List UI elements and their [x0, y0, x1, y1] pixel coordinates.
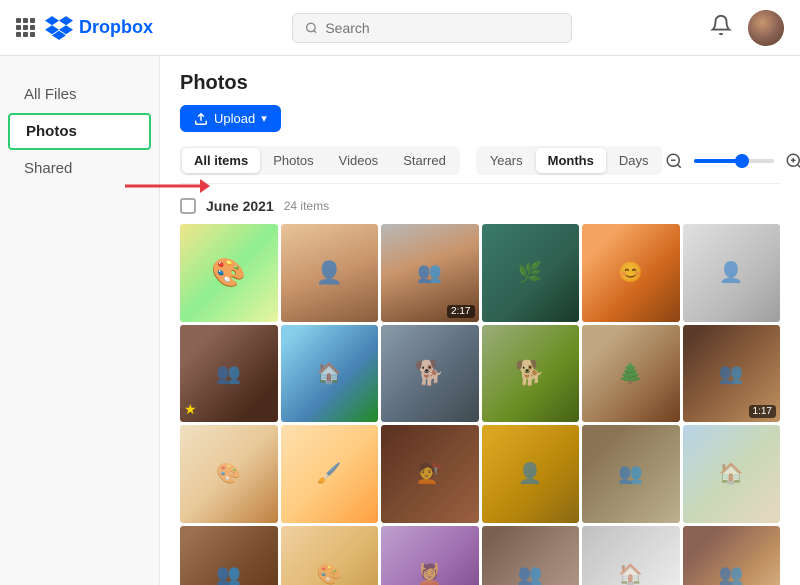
photo-cell-6[interactable]: 👤 — [683, 224, 781, 322]
photo-cell-24[interactable]: 👥 — [683, 526, 781, 585]
bell-icon[interactable] — [710, 14, 732, 42]
dropbox-label: Dropbox — [79, 17, 153, 38]
photo-cell-13[interactable]: 🎨 — [180, 425, 278, 523]
upload-label: Upload — [214, 111, 255, 126]
photo-cell-1[interactable]: 🎨 — [180, 224, 278, 322]
grid-menu-icon[interactable] — [16, 18, 35, 37]
tab-months[interactable]: Months — [536, 148, 606, 173]
dropbox-logo[interactable]: Dropbox — [45, 16, 153, 40]
photo-cell-10[interactable]: 🐕 — [482, 325, 580, 423]
avatar[interactable] — [748, 10, 784, 46]
photo-cell-20[interactable]: 🎨 — [281, 526, 379, 585]
content-header: Photos Upload ▾ All items Photos — [180, 72, 780, 184]
video-duration-badge-3: 2:17 — [447, 305, 474, 318]
photo-cell-21[interactable]: 💆 — [381, 526, 479, 585]
photo-cell-8[interactable]: 🏠 — [281, 325, 379, 423]
tab-all-items[interactable]: All items — [182, 148, 260, 173]
video-duration-badge-12: 1:17 — [749, 405, 776, 418]
page-title: Photos — [180, 72, 780, 95]
navbar-left: Dropbox — [16, 16, 153, 40]
main-layout: All Files Photos Shared Photos Upload — [0, 56, 800, 585]
upload-chevron-icon: ▾ — [261, 112, 267, 125]
photo-cell-18[interactable]: 🏠 — [683, 425, 781, 523]
navbar: Dropbox — [0, 0, 800, 56]
photo-cell-14[interactable]: 🖌️ — [281, 425, 379, 523]
tab-photos[interactable]: Photos — [261, 148, 325, 173]
navbar-right — [710, 10, 784, 46]
photo-cell-17[interactable]: 👥 — [582, 425, 680, 523]
section-count: 24 items — [284, 199, 329, 213]
section-title: June 2021 — [206, 198, 274, 214]
zoom-slider[interactable] — [694, 159, 774, 163]
photo-cell-15[interactable]: 💇 — [381, 425, 479, 523]
photo-cell-7[interactable]: 👥 ★ — [180, 325, 278, 423]
photo-cell-4[interactable]: 🌿 — [482, 224, 580, 322]
tab-starred[interactable]: Starred — [391, 148, 458, 173]
photo-cell-19[interactable]: 👥 — [180, 526, 278, 585]
tab-years[interactable]: Years — [478, 148, 535, 173]
zoom-in-button[interactable] — [782, 149, 800, 173]
photo-cell-23[interactable]: 🏠 — [582, 526, 680, 585]
upload-button[interactable]: Upload ▾ — [180, 105, 281, 132]
photo-cell-5[interactable]: 😊 — [582, 224, 680, 322]
zoom-out-button[interactable] — [662, 149, 686, 173]
tab-group-2: Years Months Days — [476, 146, 663, 175]
tab-videos[interactable]: Videos — [327, 148, 391, 173]
sidebar-item-shared[interactable]: Shared — [0, 150, 159, 187]
upload-icon — [194, 112, 208, 126]
zoom-out-icon — [665, 152, 683, 170]
content-area: Photos Upload ▾ All items Photos — [160, 56, 800, 585]
photo-cell-3[interactable]: 👥 2:17 — [381, 224, 479, 322]
sidebar-item-photos[interactable]: Photos — [8, 113, 151, 150]
photo-cell-11[interactable]: 🌲 — [582, 325, 680, 423]
tab-days[interactable]: Days — [607, 148, 661, 173]
star-badge-7: ★ — [184, 401, 197, 418]
search-input[interactable] — [325, 20, 558, 36]
section-header: June 2021 24 items — [180, 198, 780, 214]
photo-cell-16[interactable]: 👤 — [482, 425, 580, 523]
photo-cell-2[interactable]: 👤 — [281, 224, 379, 322]
zoom-controls — [662, 149, 800, 173]
zoom-slider-thumb — [735, 154, 749, 168]
section-checkbox[interactable] — [180, 198, 196, 214]
photo-cell-9[interactable]: 🐕 — [381, 325, 479, 423]
navbar-center — [153, 13, 710, 43]
search-icon — [305, 21, 318, 35]
sidebar: All Files Photos Shared — [0, 56, 160, 585]
photo-grid: 🎨 👤 👥 2:17 🌿 😊 — [180, 224, 780, 585]
sidebar-item-all-files[interactable]: All Files — [0, 76, 159, 113]
zoom-in-icon — [785, 152, 800, 170]
photo-cell-12[interactable]: 👥 1:17 — [683, 325, 781, 423]
tab-group-1: All items Photos Videos Starred — [180, 146, 460, 175]
photo-cell-22[interactable]: 👥 — [482, 526, 580, 585]
filter-tabs: All items Photos Videos Starred Yea — [180, 146, 780, 184]
dropbox-icon — [45, 16, 73, 40]
search-bar[interactable] — [292, 13, 572, 43]
